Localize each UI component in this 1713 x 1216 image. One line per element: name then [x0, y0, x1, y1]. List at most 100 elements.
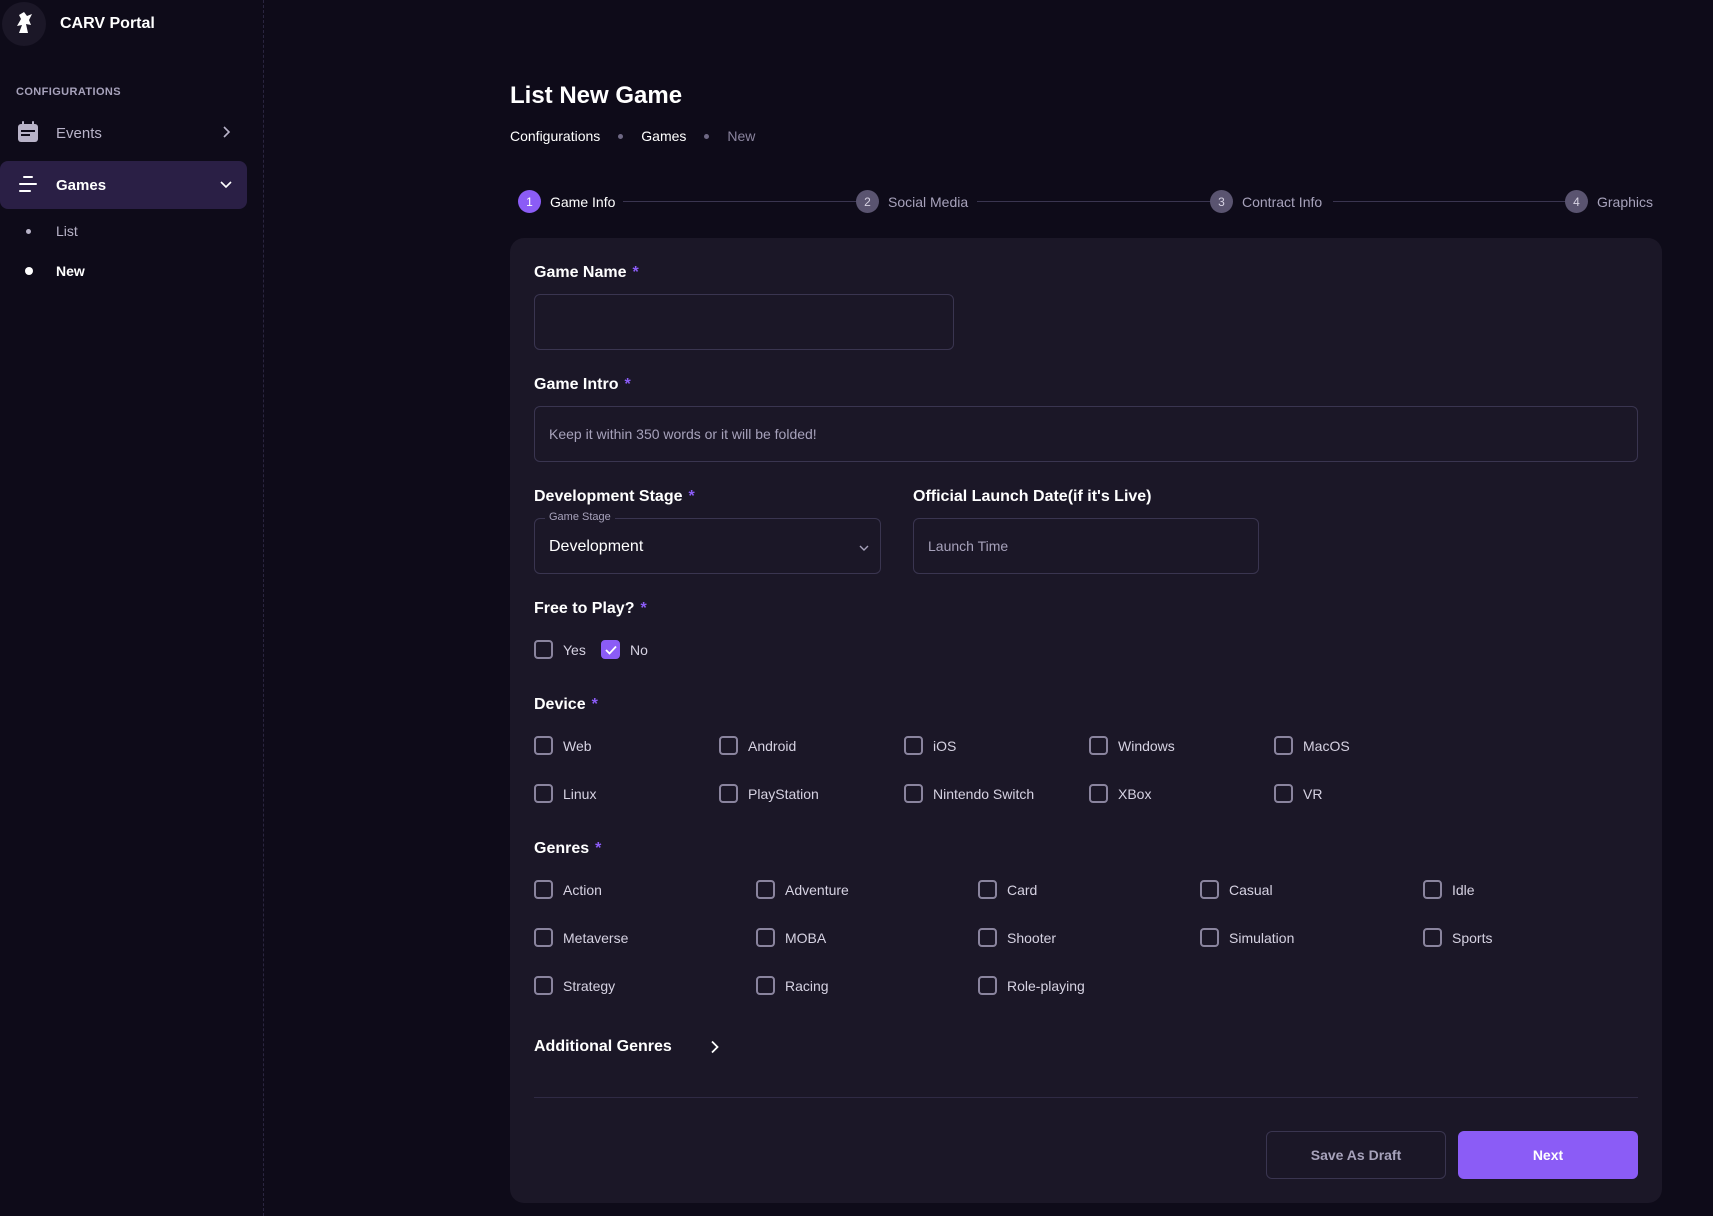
checkbox-label: VR [1303, 785, 1323, 802]
label-text: Genres [534, 840, 590, 857]
required-asterisk: * [624, 376, 631, 393]
brand-name: CARV Portal [60, 15, 155, 32]
device-xbox-checkbox[interactable]: XBox [1089, 784, 1151, 803]
checkbox-box [1200, 928, 1219, 947]
checkbox-label: iOS [933, 737, 957, 754]
next-button[interactable]: Next [1458, 1131, 1638, 1179]
checkbox-label: Simulation [1229, 929, 1295, 946]
genre-adventure-checkbox[interactable]: Adventure [756, 880, 849, 899]
checkbox-label: Idle [1452, 881, 1475, 898]
device-linux-checkbox[interactable]: Linux [534, 784, 596, 803]
label-text: Device [534, 696, 586, 713]
genre-idle-checkbox[interactable]: Idle [1423, 880, 1475, 899]
device-web-checkbox[interactable]: Web [534, 736, 592, 755]
stepper-connector [977, 201, 1217, 202]
checkbox-label: No [630, 641, 648, 658]
chevron-down-icon [858, 541, 870, 553]
genre-card-checkbox[interactable]: Card [978, 880, 1037, 899]
device-macos-checkbox[interactable]: MacOS [1274, 736, 1350, 755]
genre-shooter-checkbox[interactable]: Shooter [978, 928, 1056, 947]
checkbox-label: Shooter [1007, 929, 1057, 946]
game-stage-select[interactable]: Game Stage Development [534, 511, 881, 574]
step-contract-info[interactable]: 3 Contract Info [1210, 190, 1322, 213]
game-intro-input[interactable] [535, 407, 1637, 461]
sidebar-item-label: Games [56, 176, 107, 194]
checkbox-label: Strategy [563, 977, 616, 994]
device-nintendo-switch-checkbox[interactable]: Nintendo Switch [904, 784, 1034, 803]
genre-simulation-checkbox[interactable]: Simulation [1200, 928, 1294, 947]
sidebar: CARV Portal CONFIGURATIONS Events Games … [0, 0, 264, 1216]
step-social-media[interactable]: 2 Social Media [856, 190, 968, 213]
step-label: Social Media [888, 193, 969, 210]
sidebar-subitem-new[interactable]: New [0, 255, 247, 287]
checkbox-label: Android [748, 737, 797, 754]
breadcrumb-current: New [727, 128, 756, 144]
checkbox-box [1274, 736, 1293, 755]
label-text: Official Launch Date(if it's Live) [913, 488, 1152, 505]
checkbox-box [1200, 880, 1219, 899]
required-asterisk: * [640, 600, 647, 617]
step-label: Contract Info [1242, 193, 1323, 210]
save-as-draft-button[interactable]: Save As Draft [1266, 1131, 1446, 1179]
device-ios-checkbox[interactable]: iOS [904, 736, 956, 755]
bullet-dot-icon [25, 267, 33, 275]
genre-moba-checkbox[interactable]: MOBA [756, 928, 826, 947]
stepper: 1 Game Info 2 Social Media 3 Contract In… [510, 190, 1655, 214]
required-asterisk: * [632, 264, 639, 281]
free-to-play-label: Free to Play? * [534, 600, 647, 618]
additional-genres-toggle[interactable]: Additional Genres [534, 1038, 722, 1056]
breadcrumb-separator [618, 133, 624, 139]
genre-casual-checkbox[interactable]: Casual [1200, 880, 1273, 899]
checkbox-box [978, 928, 997, 947]
checkbox-label: XBox [1118, 785, 1152, 802]
checkbox-box [1423, 880, 1442, 899]
genre-metaverse-checkbox[interactable]: Metaverse [534, 928, 628, 947]
genre-action-checkbox[interactable]: Action [534, 880, 602, 899]
sidebar-subitem-list[interactable]: List [0, 215, 247, 247]
form-divider [534, 1097, 1638, 1098]
checkbox-label: MacOS [1303, 737, 1350, 754]
checkbox-label: Nintendo Switch [933, 785, 1035, 802]
checkbox-box [1089, 736, 1108, 755]
device-playstation-checkbox[interactable]: PlayStation [719, 784, 819, 803]
game-name-input[interactable] [535, 295, 953, 349]
carv-logo-icon [2, 2, 46, 46]
additional-genres-label: Additional Genres [534, 1038, 672, 1055]
checkbox-label: Web [563, 737, 592, 754]
breadcrumb-configurations[interactable]: Configurations [510, 128, 600, 144]
free-to-play-no-checkbox[interactable]: No [601, 640, 648, 659]
sidebar-item-events[interactable]: Events [0, 109, 247, 157]
checkbox-box [719, 784, 738, 803]
genre-role-playing-checkbox[interactable]: Role-playing [978, 976, 1085, 995]
genres-label: Genres * [534, 840, 601, 858]
device-vr-checkbox[interactable]: VR [1274, 784, 1322, 803]
game-intro-field[interactable] [534, 406, 1638, 462]
free-to-play-yes-checkbox[interactable]: Yes [534, 640, 586, 659]
app-root: CARV Portal CONFIGURATIONS Events Games … [0, 0, 1713, 1216]
checkbox-box [904, 784, 923, 803]
development-stage-label: Development Stage * [534, 488, 695, 506]
step-game-info[interactable]: 1 Game Info [518, 190, 615, 213]
launch-date-label: Official Launch Date(if it's Live) [913, 488, 1152, 506]
device-android-checkbox[interactable]: Android [719, 736, 796, 755]
genre-racing-checkbox[interactable]: Racing [756, 976, 829, 995]
brand[interactable]: CARV Portal [0, 0, 155, 48]
device-windows-checkbox[interactable]: Windows [1089, 736, 1175, 755]
step-number: 4 [1565, 190, 1588, 213]
checkbox-box [534, 640, 553, 659]
launch-date-field[interactable] [913, 518, 1259, 574]
checkbox-label: Action [563, 881, 602, 898]
step-label: Graphics [1597, 193, 1654, 210]
genre-strategy-checkbox[interactable]: Strategy [534, 976, 615, 995]
launch-time-input[interactable] [914, 519, 1258, 573]
game-name-field[interactable] [534, 294, 954, 350]
checkbox-label: Sports [1452, 929, 1493, 946]
breadcrumb-games[interactable]: Games [641, 128, 686, 144]
sidebar-item-games[interactable]: Games [0, 161, 247, 209]
sidebar-section-label: CONFIGURATIONS [16, 86, 122, 98]
step-graphics[interactable]: 4 Graphics [1565, 190, 1653, 213]
select-value: Development [549, 538, 644, 555]
genre-sports-checkbox[interactable]: Sports [1423, 928, 1492, 947]
device-label: Device * [534, 696, 598, 714]
required-asterisk: * [688, 488, 695, 505]
